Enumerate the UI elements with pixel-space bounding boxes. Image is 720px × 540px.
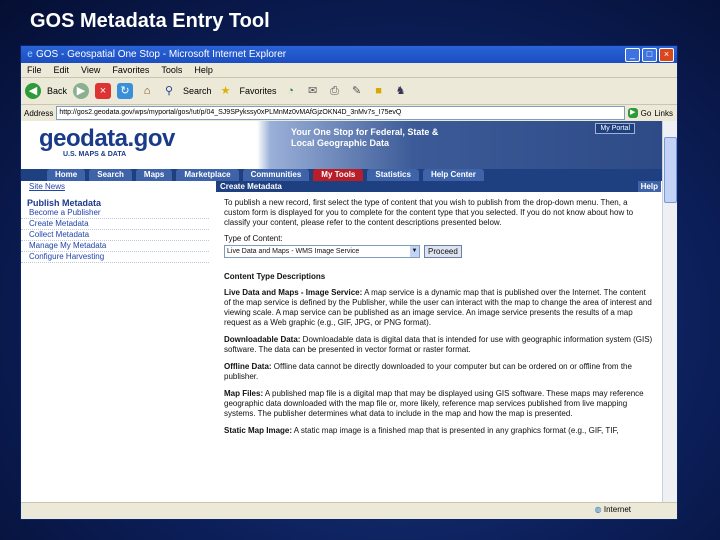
description-item: Downloadable Data: Downloadable data is … bbox=[216, 328, 661, 355]
tab-communities[interactable]: Communities bbox=[242, 169, 310, 181]
sidebar: Site News Publish Metadata Become a Publ… bbox=[21, 181, 209, 503]
ie-icon: e bbox=[27, 48, 33, 60]
menu-tools[interactable]: Tools bbox=[161, 65, 182, 75]
toolbar: ◀ Back ▶ × ↻ ⌂ ⚲ Search ★ Favorites ◔ ✉ … bbox=[21, 78, 677, 105]
tab-search[interactable]: Search bbox=[89, 169, 132, 181]
search-label[interactable]: Search bbox=[183, 86, 212, 96]
site-tagline: Your One Stop for Federal, State & Local… bbox=[291, 127, 439, 148]
sidebar-item-configure-harvesting[interactable]: Configure Harvesting bbox=[21, 252, 209, 263]
menu-view[interactable]: View bbox=[81, 65, 100, 75]
help-link[interactable]: Help bbox=[637, 181, 661, 192]
mail-icon[interactable]: ✉ bbox=[305, 83, 321, 99]
address-input[interactable]: http://gos2.geodata.gov/wps/myportal/gos… bbox=[56, 106, 625, 120]
go-arrow-icon[interactable]: ▶ bbox=[627, 108, 638, 118]
home-icon[interactable]: ⌂ bbox=[139, 83, 155, 99]
site-banner: geodata.gov U.S. MAPS & DATA Your One St… bbox=[21, 121, 677, 169]
edit-icon[interactable]: ✎ bbox=[349, 83, 365, 99]
description-item: Offline Data: Offline data cannot be dir… bbox=[216, 355, 661, 382]
panel-title-text: Create Metadata bbox=[220, 182, 282, 191]
status-zone-label: Internet bbox=[603, 505, 631, 514]
nav-tabs: Home Search Maps Marketplace Communities… bbox=[21, 169, 677, 181]
back-label[interactable]: Back bbox=[47, 86, 67, 96]
go-button[interactable]: Go bbox=[641, 109, 652, 118]
tab-marketplace[interactable]: Marketplace bbox=[176, 169, 239, 181]
chevron-down-icon[interactable]: ▼ bbox=[410, 246, 419, 257]
sidebar-item-create-metadata[interactable]: Create Metadata bbox=[21, 219, 209, 230]
description-term: Offline Data: bbox=[224, 362, 272, 371]
history-icon[interactable]: ◔ bbox=[283, 83, 299, 99]
menu-favorites[interactable]: Favorites bbox=[112, 65, 149, 75]
links-label[interactable]: Links bbox=[654, 109, 677, 118]
scroll-thumb[interactable] bbox=[664, 137, 677, 203]
description-item: Static Map Image: A static map image is … bbox=[216, 419, 661, 436]
tab-help-center[interactable]: Help Center bbox=[422, 169, 484, 181]
favorites-icon[interactable]: ★ bbox=[218, 83, 234, 99]
search-icon[interactable]: ⚲ bbox=[161, 83, 177, 99]
globe-icon: ◍ bbox=[594, 505, 602, 514]
page-content: geodata.gov U.S. MAPS & DATA Your One St… bbox=[21, 121, 677, 503]
description-text: A static map image is a finished map tha… bbox=[292, 426, 619, 435]
window-titlebar: e GOS - Geospatial One Stop - Microsoft … bbox=[21, 46, 677, 63]
sidebar-item-collect-metadata[interactable]: Collect Metadata bbox=[21, 230, 209, 241]
folder-icon[interactable]: ■ bbox=[371, 83, 387, 99]
window-title: GOS - Geospatial One Stop - Microsoft In… bbox=[36, 49, 287, 60]
intro-text: To publish a new record, first select th… bbox=[224, 198, 634, 227]
section-title: Content Type Descriptions bbox=[224, 272, 326, 281]
sidebar-item-manage-metadata[interactable]: Manage My Metadata bbox=[21, 241, 209, 252]
panel-title: Create Metadata Help bbox=[216, 181, 661, 192]
close-button[interactable]: × bbox=[659, 47, 674, 62]
sidebar-item-become-publisher[interactable]: Become a Publisher bbox=[21, 208, 209, 219]
menu-bar: File Edit View Favorites Tools Help bbox=[21, 63, 677, 78]
proceed-button[interactable]: Proceed bbox=[424, 245, 462, 258]
refresh-icon[interactable]: ↻ bbox=[117, 83, 134, 99]
content-type-select[interactable]: Live Data and Maps - WMS Image Service ▼ bbox=[224, 245, 420, 258]
address-label: Address bbox=[24, 108, 54, 118]
site-logo[interactable]: geodata.gov bbox=[39, 125, 175, 153]
description-term: Map Files: bbox=[224, 389, 264, 398]
maximize-button[interactable]: □ bbox=[642, 47, 657, 62]
content-type-value: Live Data and Maps - WMS Image Service bbox=[227, 248, 360, 255]
favorites-label[interactable]: Favorites bbox=[240, 86, 277, 96]
my-portal-link[interactable]: My Portal bbox=[595, 123, 635, 134]
messenger-icon[interactable]: ♞ bbox=[393, 83, 409, 99]
sidebar-site-news[interactable]: Site News bbox=[21, 181, 209, 192]
tab-home[interactable]: Home bbox=[47, 169, 86, 181]
tab-my-tools[interactable]: My Tools bbox=[313, 169, 364, 181]
content-type-label: Type of Content: bbox=[224, 234, 283, 243]
main-panel: Create Metadata Help To publish a new re… bbox=[216, 181, 661, 503]
tab-statistics[interactable]: Statistics bbox=[367, 169, 419, 181]
description-text: Offline data cannot be directly download… bbox=[224, 362, 632, 381]
site-logo-subtitle: U.S. MAPS & DATA bbox=[63, 151, 127, 158]
description-item: Live Data and Maps - Image Service: A ma… bbox=[216, 281, 661, 328]
menu-help[interactable]: Help bbox=[194, 65, 213, 75]
description-item: Map Files: A published map file is a dig… bbox=[216, 382, 661, 419]
forward-icon[interactable]: ▶ bbox=[73, 83, 90, 99]
browser-window: e GOS - Geospatial One Stop - Microsoft … bbox=[20, 45, 678, 520]
sidebar-heading: Publish Metadata bbox=[27, 198, 102, 208]
address-bar: Address http://gos2.geodata.gov/wps/mypo… bbox=[21, 105, 677, 122]
status-bar: ◍ Internet bbox=[21, 502, 677, 519]
content-type-row: Live Data and Maps - WMS Image Service ▼… bbox=[216, 243, 661, 258]
menu-edit[interactable]: Edit bbox=[54, 65, 70, 75]
stop-icon[interactable]: × bbox=[95, 83, 112, 99]
status-zone: ◍ Internet bbox=[595, 505, 631, 514]
vertical-scrollbar[interactable] bbox=[662, 121, 677, 503]
description-text: A published map file is a digital map th… bbox=[224, 389, 644, 418]
description-term: Live Data and Maps - Image Service: bbox=[224, 288, 363, 297]
back-icon[interactable]: ◀ bbox=[25, 83, 41, 99]
tab-maps[interactable]: Maps bbox=[135, 169, 173, 181]
menu-file[interactable]: File bbox=[27, 65, 42, 75]
minimize-button[interactable]: _ bbox=[625, 47, 640, 62]
description-term: Downloadable Data: bbox=[224, 335, 301, 344]
slide-title: GOS Metadata Entry Tool bbox=[30, 10, 270, 32]
print-icon[interactable]: ⎙ bbox=[327, 83, 343, 99]
description-term: Static Map Image: bbox=[224, 426, 293, 435]
